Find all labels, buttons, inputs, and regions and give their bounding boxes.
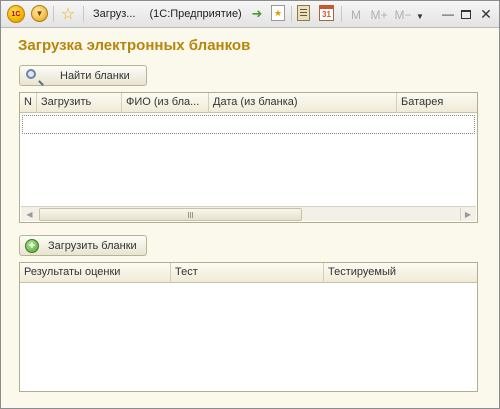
- blanks-table-header: N Загрузить ФИО (из бла... Дата (из блан…: [20, 93, 477, 113]
- title-bar: 1С ▼ ☆ Загруз... (1С:Предприятие) ➜ ★ 31 …: [1, 1, 499, 28]
- toolbar-separator: [53, 6, 54, 22]
- page-title: Загрузка электронных бланков: [18, 37, 251, 54]
- results-table[interactable]: Результаты оценки Тест Тестируемый: [19, 262, 478, 392]
- results-table-header: Результаты оценки Тест Тестируемый: [20, 263, 477, 283]
- toolbar-separator: [291, 6, 292, 22]
- dropdown-icon[interactable]: ▼: [415, 7, 425, 25]
- column-header-date[interactable]: Дата (из бланка): [209, 93, 397, 113]
- scroll-right-icon[interactable]: ▶: [460, 208, 475, 221]
- app-name: (1С:Предприятие): [149, 8, 242, 20]
- calendar-icon[interactable]: 31: [319, 5, 334, 21]
- column-header-test[interactable]: Тест: [171, 263, 324, 283]
- search-icon: [25, 69, 44, 86]
- add-icon: +: [25, 239, 39, 253]
- scrollbar-grip-icon: [188, 212, 193, 218]
- scroll-left-icon[interactable]: ◀: [22, 208, 37, 221]
- window-title: Загруз... (1С:Предприятие): [93, 8, 242, 20]
- scrollbar-thumb[interactable]: [39, 208, 302, 221]
- app-window: 1С ▼ ☆ Загруз... (1С:Предприятие) ➜ ★ 31 …: [0, 0, 500, 409]
- toolbar-separator: [83, 6, 84, 22]
- app-logo-icon[interactable]: 1С: [7, 5, 25, 23]
- column-header-fio[interactable]: ФИО (из бла...: [122, 93, 209, 113]
- favorites-icon[interactable]: ★: [271, 5, 285, 21]
- calculator-icon[interactable]: [297, 5, 310, 21]
- window-title-text: Загруз...: [93, 8, 136, 20]
- magnifier-lens: [26, 69, 36, 79]
- magnifier-handle: [38, 80, 44, 86]
- column-header-battery[interactable]: Батарея: [397, 93, 477, 113]
- find-blanks-label: Найти бланки: [60, 70, 130, 82]
- memory-m-button[interactable]: M: [349, 6, 363, 24]
- blanks-table[interactable]: N Загрузить ФИО (из бла... Дата (из блан…: [19, 92, 478, 223]
- star-icon[interactable]: ☆: [59, 5, 77, 23]
- minimize-button[interactable]: —: [439, 5, 457, 23]
- column-header-load[interactable]: Загрузить: [37, 93, 122, 113]
- memory-plus-button[interactable]: M+: [369, 6, 389, 24]
- column-header-testee[interactable]: Тестируемый: [324, 263, 477, 283]
- table-row-current[interactable]: [22, 115, 475, 134]
- horizontal-scrollbar[interactable]: ◀ ▶: [21, 206, 476, 221]
- load-blanks-label: Загрузить бланки: [48, 240, 137, 252]
- main-menu-button[interactable]: ▼: [31, 5, 48, 22]
- load-blanks-button[interactable]: + Загрузить бланки: [19, 235, 147, 256]
- find-blanks-button[interactable]: Найти бланки: [19, 65, 147, 86]
- maximize-button[interactable]: [457, 5, 475, 23]
- column-header-n[interactable]: N: [20, 93, 37, 113]
- toolbar-separator: [341, 6, 342, 22]
- column-header-results[interactable]: Результаты оценки: [20, 263, 171, 283]
- maximize-icon: [461, 9, 471, 19]
- go-icon[interactable]: ➜: [249, 5, 265, 23]
- memory-minus-button[interactable]: M−: [393, 6, 413, 24]
- close-button[interactable]: ✕: [477, 5, 495, 23]
